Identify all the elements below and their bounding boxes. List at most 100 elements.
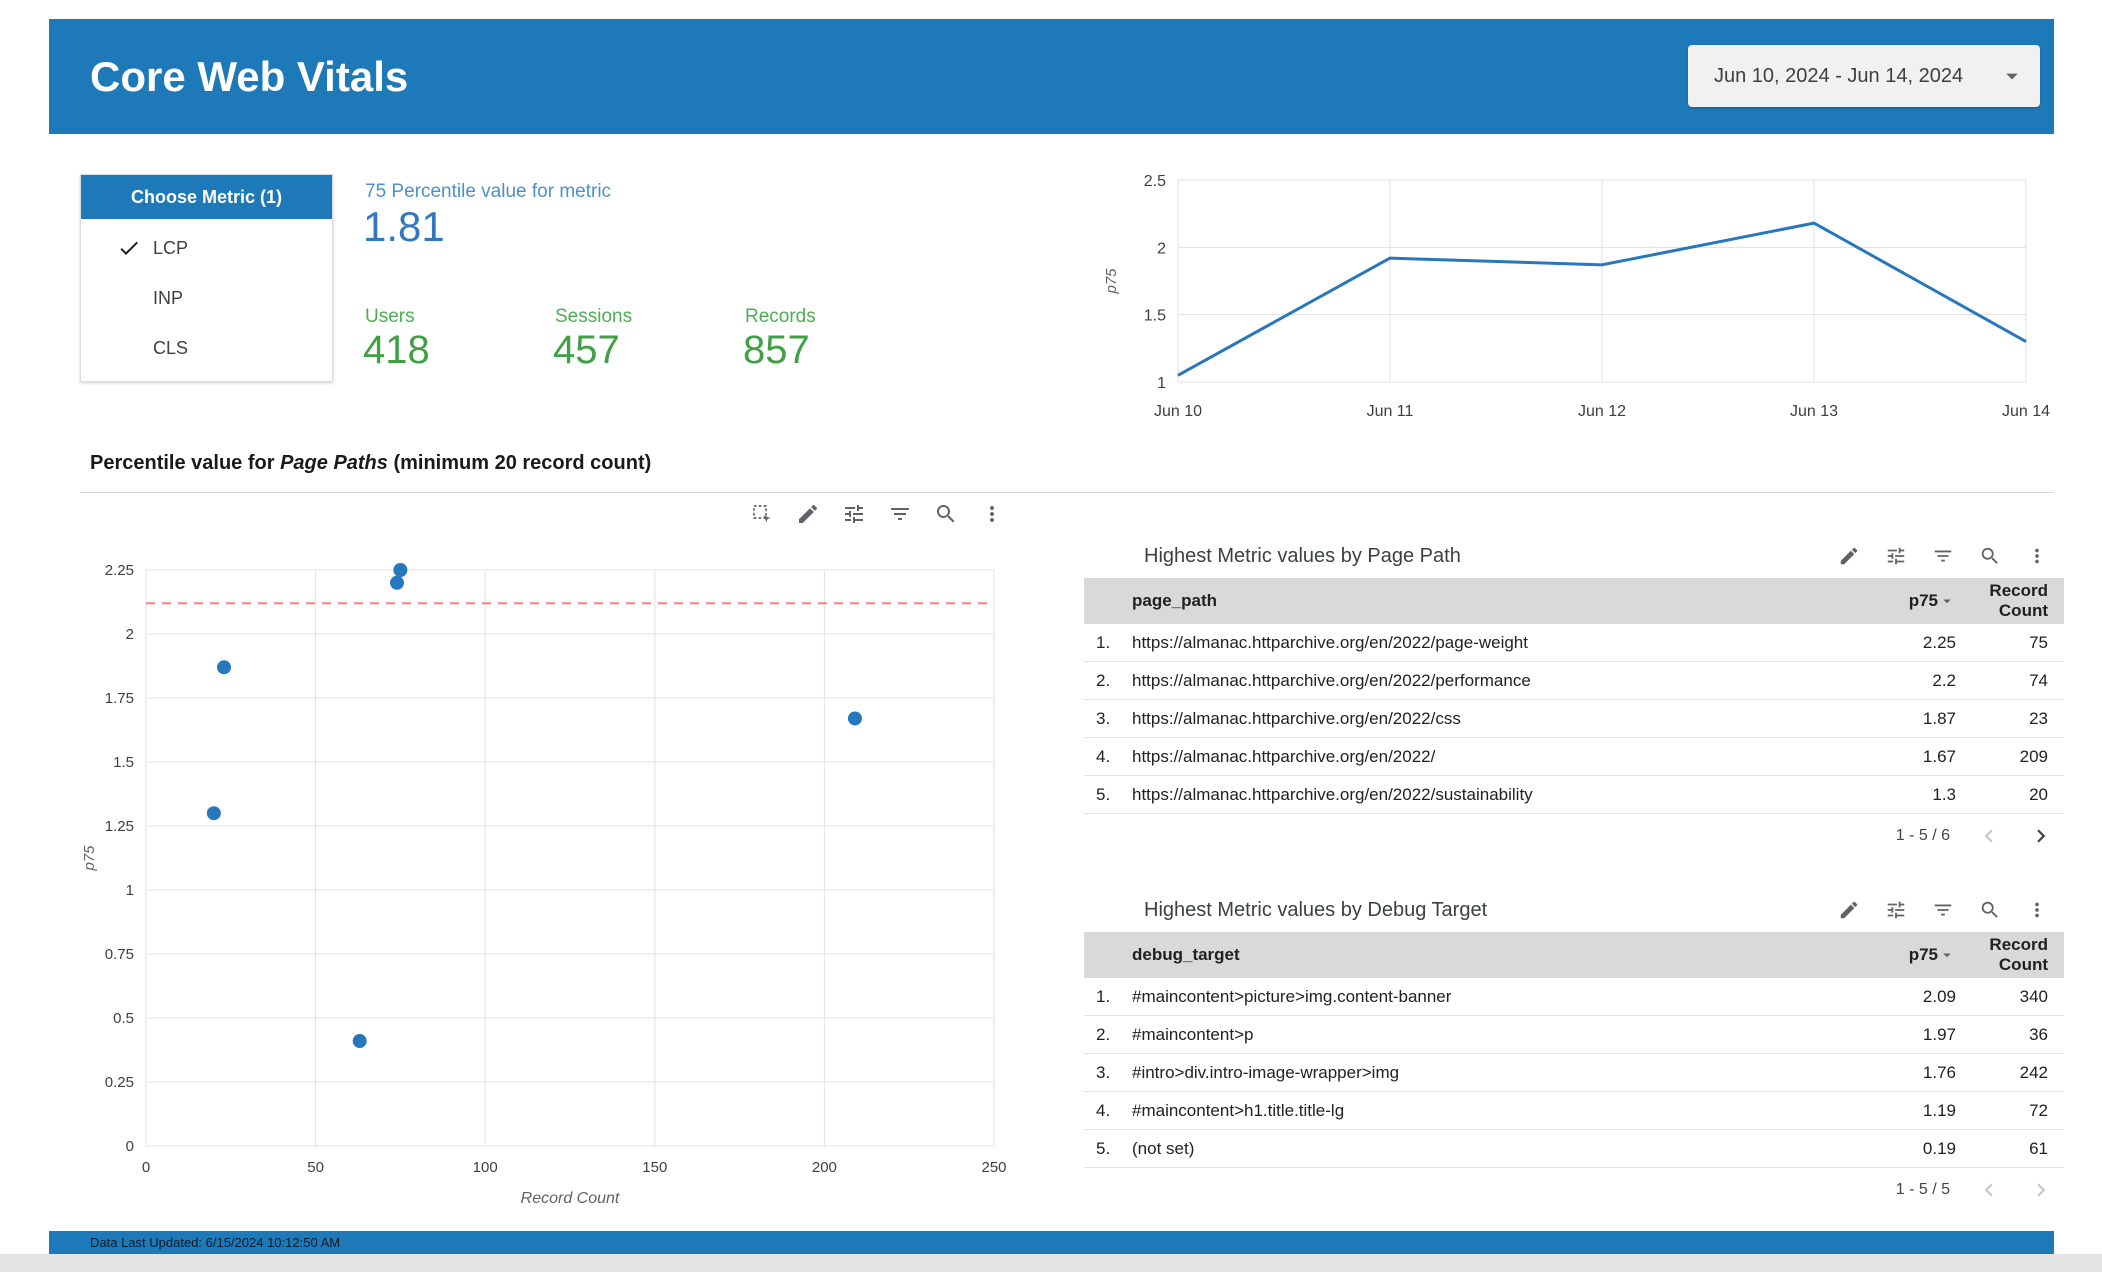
table-row[interactable]: 1. #maincontent>picture>img.content-banne… bbox=[1084, 978, 2064, 1016]
edit-icon[interactable] bbox=[1838, 545, 1860, 567]
scatter-point[interactable] bbox=[393, 563, 408, 577]
row-index: 3. bbox=[1096, 1062, 1111, 1082]
row-index: 5. bbox=[1096, 1138, 1111, 1158]
table-row[interactable]: 2. #maincontent>p 1.97 36 bbox=[1084, 1016, 2064, 1054]
table-row[interactable]: 5. https://almanac.httparchive.org/en/202… bbox=[1084, 776, 2064, 814]
table-body: 1. https://almanac.httparchive.org/en/202… bbox=[1084, 624, 2064, 814]
svg-text:0.25: 0.25 bbox=[105, 1074, 134, 1091]
metric-option-cls[interactable]: CLS bbox=[81, 323, 332, 373]
metric-selector: Choose Metric (1) LCP INP CLS bbox=[80, 174, 333, 382]
svg-text:0: 0 bbox=[126, 1138, 134, 1155]
users-scorecard-label: Users bbox=[365, 306, 415, 327]
svg-text:150: 150 bbox=[642, 1159, 667, 1176]
table-header-row: debug_target p75 Record Count bbox=[1084, 932, 2064, 978]
row-record-count: 72 bbox=[2029, 1100, 2048, 1120]
section-divider bbox=[80, 492, 2054, 493]
row-dimension-value: (not set) bbox=[1132, 1138, 1195, 1158]
row-index: 2. bbox=[1096, 1024, 1111, 1044]
row-index: 2. bbox=[1096, 670, 1111, 690]
pagination-label: 1 - 5 / 6 bbox=[1895, 827, 1950, 844]
tune-icon[interactable] bbox=[842, 502, 866, 526]
svg-text:50: 50 bbox=[307, 1159, 324, 1176]
page-path-scatter-chart[interactable]: 0 0.25 0.5 0.75 1 1.25 1.5 1.75 2 2.25 0 50 100 150 20… bbox=[80, 535, 1060, 1225]
more-options-icon[interactable] bbox=[980, 502, 1004, 526]
row-dimension-value: https://almanac.httparchive.org/en/2022/… bbox=[1132, 670, 1531, 690]
check-icon bbox=[117, 236, 141, 260]
sessions-scorecard-label: Sessions bbox=[555, 306, 633, 327]
next-page-button[interactable] bbox=[2028, 823, 2054, 849]
marquee-select-icon[interactable] bbox=[750, 502, 774, 526]
zoom-icon[interactable] bbox=[1979, 899, 2001, 921]
section-title-prefix: Percentile value for bbox=[90, 452, 281, 474]
svg-text:1.75: 1.75 bbox=[105, 690, 134, 707]
prev-page-button[interactable] bbox=[1976, 823, 2002, 849]
svg-text:Record Count: Record Count bbox=[521, 1190, 620, 1207]
scatter-point[interactable] bbox=[206, 806, 221, 821]
metric-selector-header[interactable]: Choose Metric (1) bbox=[81, 175, 332, 219]
column-header-debug-target[interactable]: debug_target bbox=[1122, 945, 1846, 965]
date-range-control[interactable]: Jun 10, 2024 - Jun 14, 2024 bbox=[1688, 45, 2040, 107]
table-toolbar bbox=[1838, 545, 2048, 567]
zoom-icon[interactable] bbox=[1979, 545, 2001, 567]
row-record-count: 75 bbox=[2029, 632, 2048, 652]
svg-text:p75: p75 bbox=[81, 845, 98, 872]
row-p75-value: 2.09 bbox=[1922, 986, 1956, 1006]
edit-icon[interactable] bbox=[1838, 899, 1860, 921]
svg-text:Jun 12: Jun 12 bbox=[1578, 403, 1626, 420]
more-options-icon[interactable] bbox=[2026, 899, 2048, 921]
section-title-suffix: (minimum 20 record count) bbox=[387, 452, 652, 474]
pagination: 1 - 5 / 5 bbox=[1084, 1168, 2064, 1212]
tune-icon[interactable] bbox=[1885, 899, 1907, 921]
svg-text:1: 1 bbox=[1157, 375, 1166, 392]
table-row[interactable]: 3. https://almanac.httparchive.org/en/202… bbox=[1084, 700, 2064, 738]
column-header-p75[interactable]: p75 bbox=[1846, 591, 1956, 611]
more-options-icon[interactable] bbox=[2026, 545, 2048, 567]
row-p75-value: 1.3 bbox=[1932, 784, 1956, 804]
scatter-chart-toolbar bbox=[750, 502, 1004, 526]
column-header-record-count[interactable]: Record Count bbox=[1956, 935, 2048, 975]
filter-icon[interactable] bbox=[888, 502, 912, 526]
row-dimension-value: #maincontent>h1.title.title-lg bbox=[1132, 1100, 1345, 1120]
records-scorecard-value: 857 bbox=[743, 328, 810, 372]
row-p75-value: 1.97 bbox=[1922, 1024, 1956, 1044]
table-title: Highest Metric values by Debug Target bbox=[1144, 898, 1488, 921]
table-row[interactable]: 5. (not set) 0.19 61 bbox=[1084, 1130, 2064, 1168]
metric-option-inp[interactable]: INP bbox=[81, 273, 332, 323]
next-page-button[interactable] bbox=[2028, 1177, 2054, 1203]
check-icon-placeholder bbox=[117, 286, 141, 310]
table-row[interactable]: 4. https://almanac.httparchive.org/en/202… bbox=[1084, 738, 2064, 776]
table-row[interactable]: 3. #intro>div.intro-image-wrapper>img 1.76… bbox=[1084, 1054, 2064, 1092]
column-header-page-path[interactable]: page_path bbox=[1122, 591, 1846, 611]
row-dimension-value: https://almanac.httparchive.org/en/2022/… bbox=[1132, 784, 1533, 804]
scatter-point[interactable] bbox=[390, 575, 405, 590]
report-footer: Data Last Updated: 6/15/2024 10:12:50 AM bbox=[49, 1231, 2054, 1254]
scatter-point[interactable] bbox=[847, 711, 862, 726]
table-row[interactable]: 1. https://almanac.httparchive.org/en/202… bbox=[1084, 624, 2064, 662]
row-index: 4. bbox=[1096, 1100, 1111, 1120]
column-header-record-count[interactable]: Record Count bbox=[1956, 581, 2048, 621]
prev-page-button[interactable] bbox=[1976, 1177, 2002, 1203]
column-header-p75[interactable]: p75 bbox=[1846, 945, 1956, 965]
row-dimension-value: #intro>div.intro-image-wrapper>img bbox=[1132, 1062, 1400, 1082]
svg-text:2.25: 2.25 bbox=[105, 562, 134, 579]
scatter-point[interactable] bbox=[217, 660, 232, 675]
scatter-section-title: Percentile value for Page Paths (minimum… bbox=[90, 452, 651, 475]
scatter-point[interactable] bbox=[352, 1034, 367, 1049]
filter-icon[interactable] bbox=[1932, 545, 1954, 567]
metric-option-lcp[interactable]: LCP bbox=[81, 223, 332, 273]
edit-icon[interactable] bbox=[796, 502, 820, 526]
filter-icon[interactable] bbox=[1932, 899, 1954, 921]
zoom-icon[interactable] bbox=[934, 502, 958, 526]
tune-icon[interactable] bbox=[1885, 545, 1907, 567]
p75-timeseries-chart[interactable]: 1 1.5 2 2.5 Jun 10 Jun 11 Jun 12 Jun 13 Jun 14 p7… bbox=[1100, 158, 2080, 438]
percentile-scorecard-value: 1.81 bbox=[363, 203, 445, 250]
row-p75-value: 1.87 bbox=[1922, 708, 1956, 728]
svg-text:Jun 10: Jun 10 bbox=[1154, 403, 1202, 420]
row-dimension-value: #maincontent>p bbox=[1132, 1024, 1254, 1044]
table-row[interactable]: 2. https://almanac.httparchive.org/en/202… bbox=[1084, 662, 2064, 700]
section-title-emphasis: Page Paths bbox=[280, 452, 388, 474]
last-updated-label: Data Last Updated: 6/15/2024 10:12:50 AM bbox=[90, 1235, 341, 1250]
table-row[interactable]: 4. #maincontent>h1.title.title-lg 1.19 72 bbox=[1084, 1092, 2064, 1130]
pagination-label: 1 - 5 / 5 bbox=[1895, 1181, 1950, 1198]
column-header-p75-label: p75 bbox=[1908, 945, 1938, 964]
